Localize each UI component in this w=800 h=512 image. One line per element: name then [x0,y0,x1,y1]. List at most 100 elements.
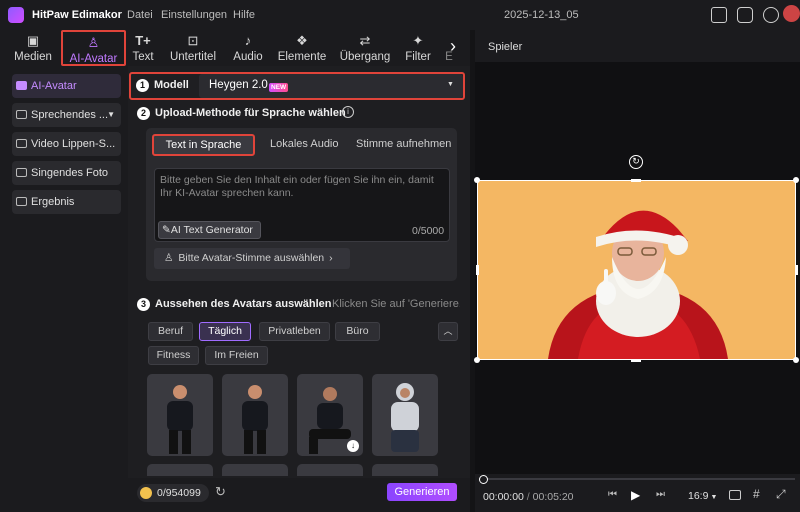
sidebar-item-ergebnis[interactable]: Ergebnis [12,190,121,214]
player-title: Spieler [488,41,523,53]
santa-image [548,210,728,359]
tab-ai-avatar[interactable]: ♙ AI-Avatar [61,30,126,66]
tab-filter[interactable]: ✦ Filter [403,30,433,66]
sidebar-item-singendes-foto[interactable]: Singendes Foto [12,161,121,185]
ai-sparkle-icon: ✎ [162,224,171,236]
caret-down-icon: ▼ [107,110,115,119]
app-logo-icon [8,7,24,23]
resize-handle[interactable] [631,179,641,182]
resize-handle[interactable] [474,177,480,183]
avatar-thumbnail[interactable] [147,374,213,456]
category-taeglich[interactable]: Täglich [199,322,251,341]
refresh-icon[interactable]: ↻ [215,484,226,500]
chevron-right-icon[interactable]: › [450,36,456,57]
step-number: 1 [136,79,149,92]
tab-text[interactable]: T+ Text [130,30,156,66]
avatar-icon: ♙ [87,35,100,50]
category-beruf[interactable]: Beruf [148,322,193,341]
rotate-icon[interactable]: ↻ [629,155,643,169]
char-counter: 0/5000 [412,225,445,237]
avatar-thumbnail[interactable] [222,374,288,456]
resize-handle[interactable] [795,265,798,275]
download-icon[interactable]: ↓ [347,440,359,452]
avatar-figure-icon [167,385,193,454]
tab-medien[interactable]: ▣ Medien [10,30,56,66]
upload-method-label: Upload-Methode für Sprache wählen [155,107,346,119]
tab-record-voice[interactable]: Stimme aufnehmen [356,138,451,150]
elements-icon: ❖ [296,33,308,48]
credits-display: 0/954099 [137,484,209,502]
avatar-thumbnail[interactable] [372,464,438,476]
category-im-freien[interactable]: Im Freien [205,346,268,365]
ai-text-generator-button[interactable]: ✎AI Text Generator [158,221,261,239]
tab-audio[interactable]: ♪ Audio [230,30,266,66]
collapse-icon[interactable]: ︿ [438,322,458,341]
model-label: Modell [154,79,189,91]
sidebar-item-video-lippen[interactable]: Video Lippen-S... [12,132,121,156]
avatar-thumbnail[interactable] [372,374,438,456]
step-number: 2 [137,107,150,120]
sidebar-item-sprechendes[interactable]: Sprechendes ... ▼ [12,103,121,127]
caret-down-icon: ▼ [710,494,718,501]
speech-text-placeholder: Bitte geben Sie den Inhalt ein oder füge… [160,174,434,199]
fullscreen-icon[interactable]: ⤢ [776,487,786,502]
transition-icon: ⇄ [359,33,371,48]
previous-frame-icon[interactable]: ⏮ [608,489,617,500]
avatar-thumbnail[interactable]: ↓ [297,374,363,456]
text-icon: T+ [135,33,151,48]
info-icon[interactable]: i [342,106,354,118]
feedback-icon[interactable] [737,7,753,23]
model-value: Heygen 2.0 [209,79,268,91]
new-badge: NEW [269,83,289,92]
menu-datei[interactable]: Datei [127,9,153,21]
subtitle-icon: ⊡ [187,33,199,48]
filter-icon: ✦ [412,33,424,48]
user-avatar[interactable] [783,5,800,22]
tab-local-audio[interactable]: Lokales Audio [270,138,339,150]
avatar-thumbnail[interactable] [222,464,288,476]
preview-canvas[interactable] [477,180,796,360]
sidebar-item-ai-avatar[interactable]: AI-Avatar [12,74,121,98]
menu-einstellungen[interactable]: Einstellungen [161,9,227,21]
credits-value: 0/954099 [157,487,201,499]
generate-button[interactable]: Generieren [387,483,457,501]
playhead-knob[interactable] [479,475,488,484]
avatar-thumbnail[interactable] [147,464,213,476]
resize-handle[interactable] [793,357,799,363]
avatar-thumbnail[interactable] [297,464,363,476]
category-fitness[interactable]: Fitness [148,346,199,365]
tab-uebergang[interactable]: ⇄ Übergang [339,30,391,66]
category-privatleben[interactable]: Privatleben [259,322,330,341]
project-name: 2025-12-13_05 [504,9,579,21]
tab-elemente[interactable]: ❖ Elemente [275,30,329,66]
tab-text-to-speech[interactable]: Text in Sprache [152,134,255,156]
media-icon: ▣ [26,33,40,48]
resize-handle[interactable] [474,357,480,363]
video-icon [16,139,27,148]
folder-icon [16,197,27,206]
coin-icon [140,487,152,499]
avatar-figure-icon [391,383,419,452]
image-icon [16,168,27,177]
next-frame-icon[interactable]: ⏭ [656,489,665,500]
grid-icon[interactable]: # [753,487,760,501]
image-icon [16,110,27,119]
resize-handle[interactable] [476,265,479,275]
voice-icon: ♙ [164,252,174,264]
download-icon[interactable] [763,7,779,23]
layout-icon[interactable] [711,7,727,23]
aspect-ratio-select[interactable]: 16:9 ▼ [688,490,717,502]
resize-handle[interactable] [631,359,641,362]
chevron-right-icon: › [329,252,333,264]
timeline-scrubber[interactable] [480,478,795,480]
music-icon: ♪ [244,33,252,48]
play-icon[interactable]: ▶ [631,488,640,502]
menu-hilfe[interactable]: Hilfe [233,9,255,21]
screenshot-icon[interactable] [729,490,741,500]
generate-hint: Klicken Sie auf 'Generiere... [332,298,460,310]
resize-handle[interactable] [793,177,799,183]
select-voice-button[interactable]: ♙ Bitte Avatar-Stimme auswählen › [154,248,350,269]
tab-untertitel[interactable]: ⊡ Untertitel [166,30,220,66]
category-buero[interactable]: Büro [335,322,380,341]
step-number: 3 [137,298,150,311]
